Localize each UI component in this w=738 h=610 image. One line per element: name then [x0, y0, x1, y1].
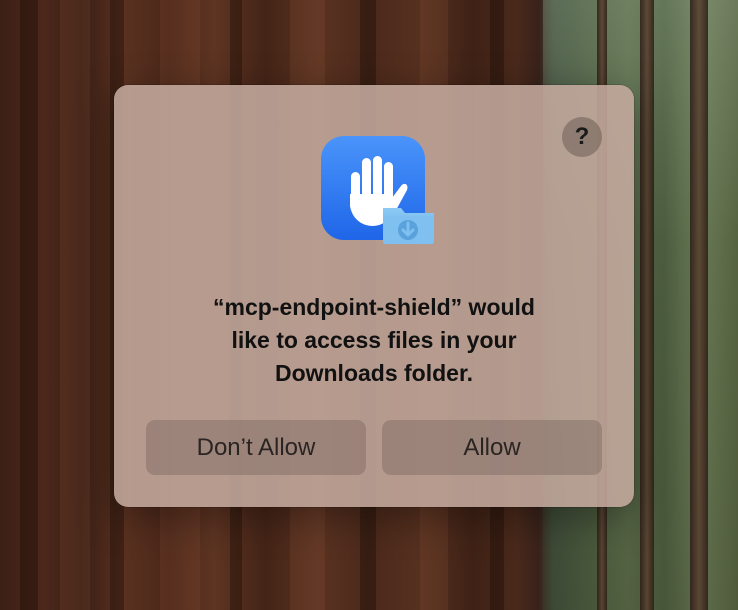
allow-button[interactable]: Allow: [382, 420, 602, 475]
dont-allow-button[interactable]: Don’t Allow: [146, 420, 366, 475]
permission-dialog: ? “mcp-endpoint-shield” would like to ac…: [114, 85, 634, 507]
message-line: Downloads folder.: [274, 360, 474, 386]
privacy-hand-folder-icon: [321, 136, 436, 246]
bark-stripe: [20, 0, 38, 610]
message-line: like to access files in your: [231, 327, 517, 353]
message-line: “mcp-endpoint-shield” would: [213, 294, 535, 320]
help-button[interactable]: ?: [562, 117, 602, 157]
tree-trunk: [690, 0, 708, 610]
permission-message: “mcp-endpoint-shield” would like to acce…: [144, 291, 604, 390]
desktop-wallpaper: ? “mcp-endpoint-shield” would like to ac…: [0, 0, 738, 610]
bark-stripe: [60, 0, 90, 610]
tree-trunk: [640, 0, 654, 610]
